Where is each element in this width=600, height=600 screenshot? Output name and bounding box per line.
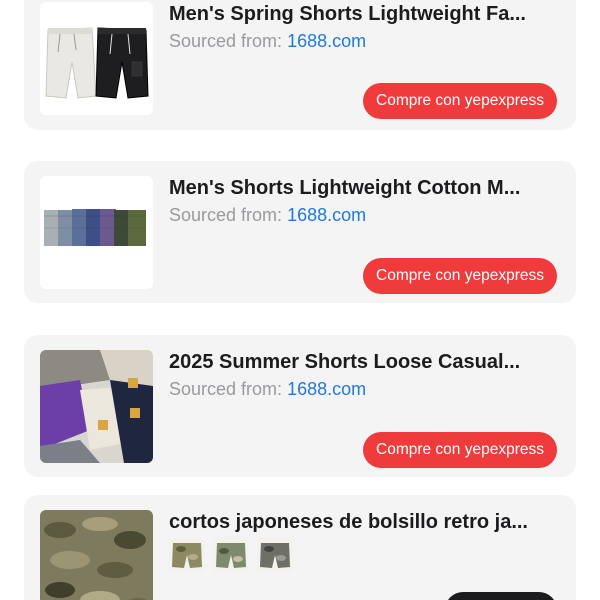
buy-with-yepexpress-button[interactable]: Compre con yepexpress: [363, 258, 557, 294]
source-link[interactable]: 1688.com: [287, 379, 366, 399]
source-label: Sourced from:: [169, 205, 283, 225]
source-link[interactable]: 1688.com: [287, 205, 366, 225]
variant-thumbnails: [169, 537, 293, 573]
product-image[interactable]: [40, 176, 153, 289]
product-source: Sourced from: 1688.com: [169, 378, 366, 400]
source-label: Sourced from:: [169, 379, 283, 399]
product-source: Sourced from: 1688.com: [169, 204, 366, 226]
buy-with-yepexpress-button[interactable]: Compre con yepexpress: [363, 83, 557, 119]
product-card[interactable]: 2025 Summer Shorts Loose Casual... Sourc…: [24, 335, 576, 477]
product-image[interactable]: [40, 510, 153, 600]
source-link[interactable]: 1688.com: [287, 31, 366, 51]
product-title[interactable]: 2025 Summer Shorts Loose Casual...: [169, 350, 554, 374]
product-card[interactable]: Men's Shorts Lightweight Cotton M... Sou…: [24, 161, 576, 303]
product-source: Sourced from: 1688.com: [169, 30, 366, 52]
buy-button[interactable]: [445, 592, 557, 600]
buy-with-yepexpress-button[interactable]: Compre con yepexpress: [363, 432, 557, 468]
product-list: Men's Spring Shorts Lightweight Fa... So…: [0, 0, 600, 600]
variant-thumbnail[interactable]: [257, 537, 293, 573]
product-image[interactable]: [40, 2, 153, 115]
variant-thumbnail[interactable]: [213, 537, 249, 573]
product-title[interactable]: cortos japoneses de bolsillo retro ja...: [169, 510, 554, 534]
product-card[interactable]: Men's Spring Shorts Lightweight Fa... So…: [24, 0, 576, 130]
product-title[interactable]: Men's Spring Shorts Lightweight Fa...: [169, 2, 554, 26]
source-label: Sourced from:: [169, 31, 283, 51]
product-card[interactable]: cortos japoneses de bolsillo retro ja...: [24, 495, 576, 600]
product-image[interactable]: [40, 350, 153, 463]
variant-thumbnail[interactable]: [169, 537, 205, 573]
product-title[interactable]: Men's Shorts Lightweight Cotton M...: [169, 176, 554, 200]
